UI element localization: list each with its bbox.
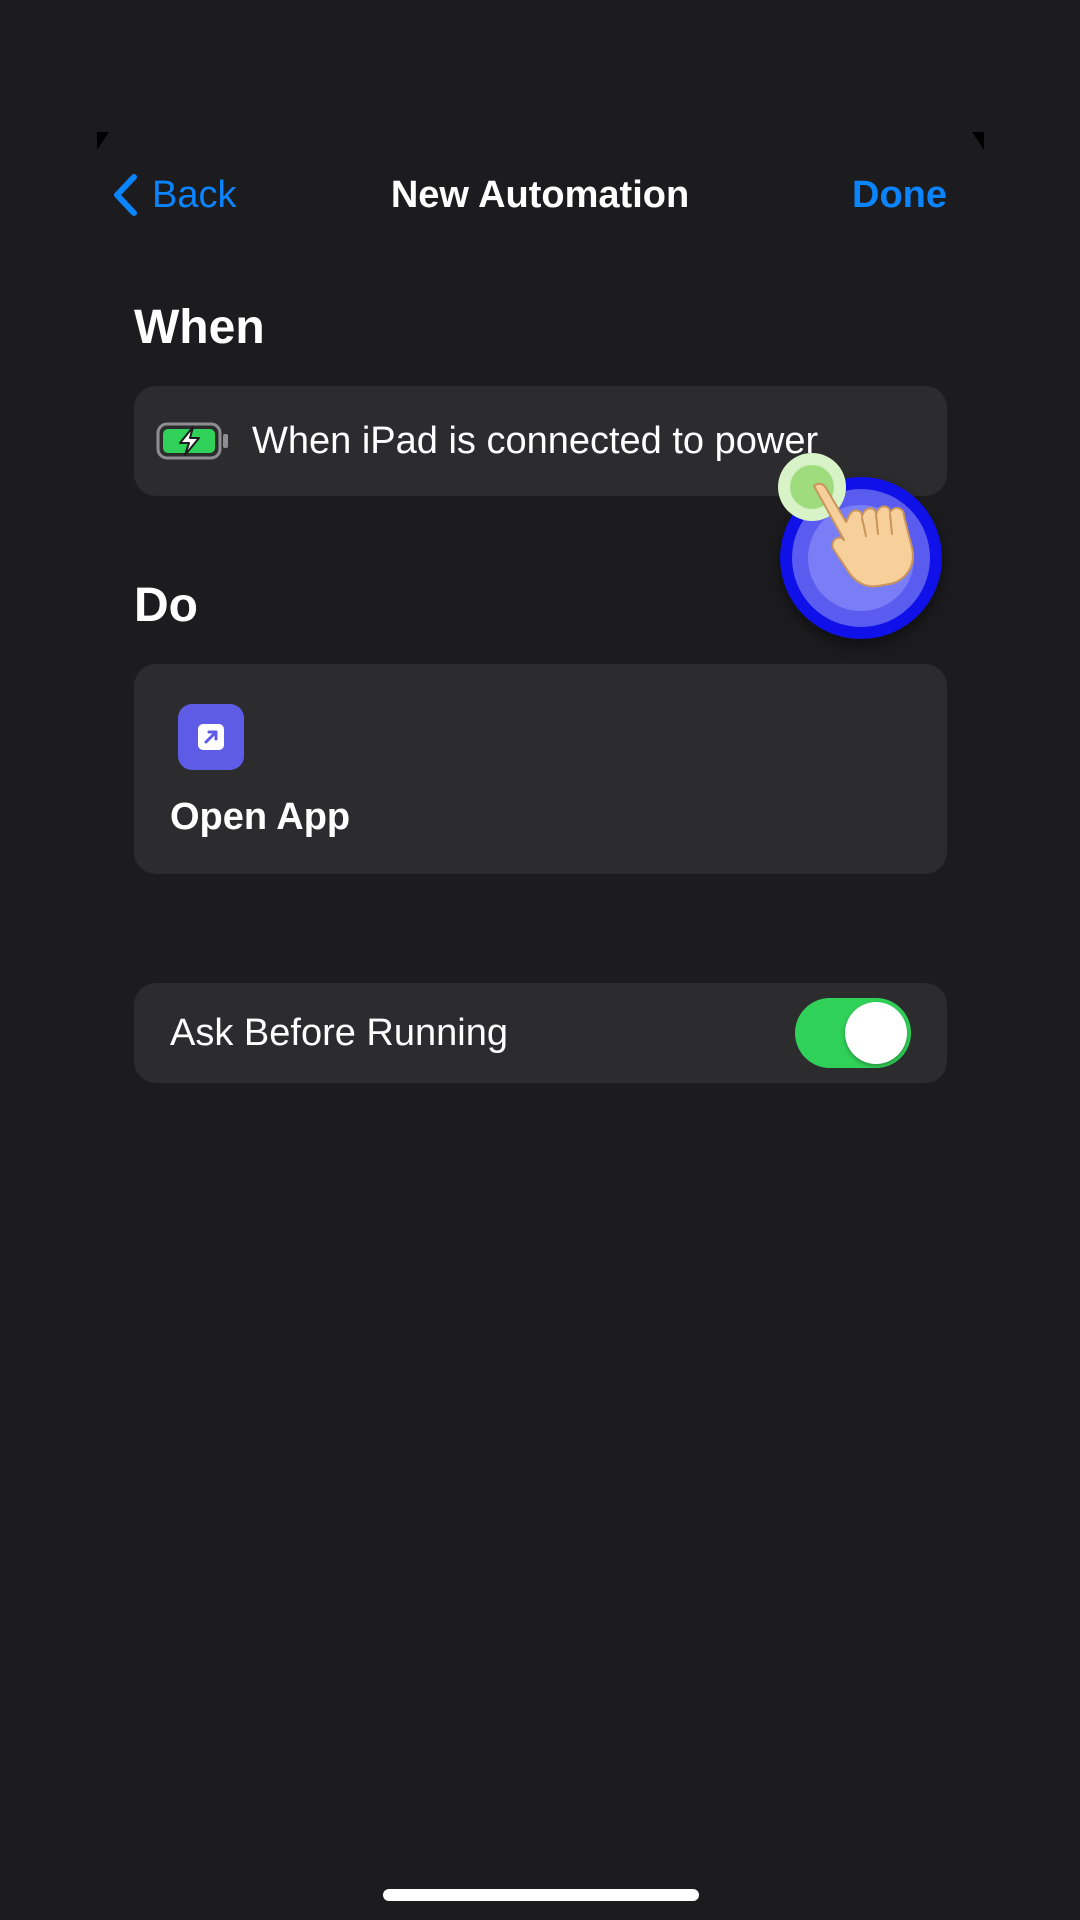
- do-heading: Do: [134, 579, 198, 632]
- sheet-corner-right: [972, 132, 984, 150]
- when-heading: When: [134, 301, 265, 354]
- ask-before-running-toggle[interactable]: [795, 998, 911, 1068]
- ask-before-running-label: Ask Before Running: [170, 1012, 508, 1054]
- navigation-bar: Back New Automation Done: [0, 160, 1080, 230]
- pointing-hand-icon: [813, 482, 914, 588]
- battery-charging-icon: [156, 422, 228, 460]
- action-card[interactable]: Open App: [134, 664, 947, 874]
- action-label: Open App: [170, 796, 351, 838]
- home-indicator[interactable]: [383, 1889, 699, 1901]
- ask-before-running-row: Ask Before Running: [134, 983, 947, 1083]
- done-button[interactable]: Done: [852, 170, 947, 220]
- open-app-icon: [178, 704, 244, 770]
- trigger-label: When iPad is connected to power: [252, 420, 819, 462]
- screen: Back New Automation Done When When iPad …: [0, 0, 1080, 1920]
- sheet-corner-left: [97, 132, 109, 150]
- toggle-knob: [845, 1002, 907, 1064]
